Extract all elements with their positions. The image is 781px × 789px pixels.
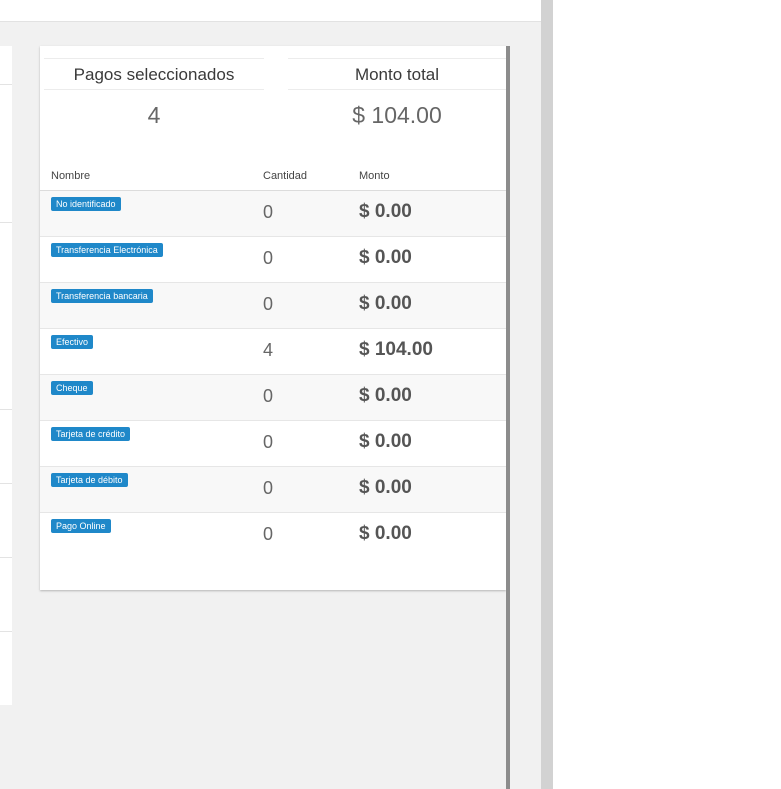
payment-quantity: 0 [263,294,274,314]
total-amount-label: Monto total [288,58,506,90]
payment-quantity: 0 [263,248,274,268]
divider [0,409,12,410]
payment-method-badge: Cheque [51,381,93,395]
payment-quantity: 4 [263,340,274,360]
selected-payments-stat: Pagos seleccionados 4 [44,58,264,138]
payment-method-badge: Tarjeta de débito [51,473,128,487]
divider [0,84,12,85]
table-row: Transferencia Electrónica 0 $ 0.00 [40,237,506,283]
payment-quantity: 0 [263,202,274,222]
payments-summary-card: Pagos seleccionados 4 Monto total $ 104.… [40,46,506,590]
divider [0,557,12,558]
table-row: Cheque 0 $ 0.00 [40,375,506,421]
payment-quantity: 0 [263,478,274,498]
table-row: Transferencia bancaria 0 $ 0.00 [40,283,506,329]
table-row: No identificado 0 $ 0.00 [40,191,506,237]
selected-payments-value: 4 [147,102,161,128]
payment-amount: $ 0.00 [359,247,412,268]
divider [0,631,12,632]
payment-amount: $ 0.00 [359,431,412,452]
payment-amount: $ 0.00 [359,293,412,314]
payment-quantity: 0 [263,524,274,544]
payment-quantity: 0 [263,386,274,406]
content-scrollbar[interactable] [506,46,510,789]
left-panel [0,46,12,705]
header-quantity: Cantidad [263,170,308,182]
payment-method-badge: Pago Online [51,519,111,533]
payment-amount: $ 0.00 [359,201,412,222]
payment-methods-table: No identificado 0 $ 0.00 Transferencia E… [40,191,506,558]
payment-method-badge: No identificado [51,197,121,211]
payment-amount: $ 0.00 [359,385,412,406]
table-row: Tarjeta de débito 0 $ 0.00 [40,467,506,513]
selected-payments-label: Pagos seleccionados [44,58,264,90]
total-amount-value: $ 104.00 [352,102,442,128]
header-amount: Monto [359,170,390,182]
header-name: Nombre [51,170,91,182]
table-row: Pago Online 0 $ 0.00 [40,513,506,558]
divider [0,222,12,223]
payment-amount: $ 0.00 [359,523,412,544]
payment-amount: $ 0.00 [359,477,412,498]
total-amount-stat: Monto total $ 104.00 [288,58,506,138]
divider [0,483,12,484]
payment-quantity: 0 [263,432,274,452]
table-row: Efectivo 4 $ 104.00 [40,329,506,375]
payment-method-badge: Efectivo [51,335,94,349]
table-header: Nombre Cantidad Monto [40,164,506,191]
window-scrollbar[interactable] [541,0,553,789]
payment-method-badge: Transferencia bancaria [51,289,153,303]
payment-amount: $ 104.00 [359,339,433,360]
payment-method-badge: Tarjeta de crédito [51,427,131,441]
top-bar [0,0,541,22]
table-row: Tarjeta de crédito 0 $ 0.00 [40,421,506,467]
payment-method-badge: Transferencia Electrónica [51,243,163,257]
